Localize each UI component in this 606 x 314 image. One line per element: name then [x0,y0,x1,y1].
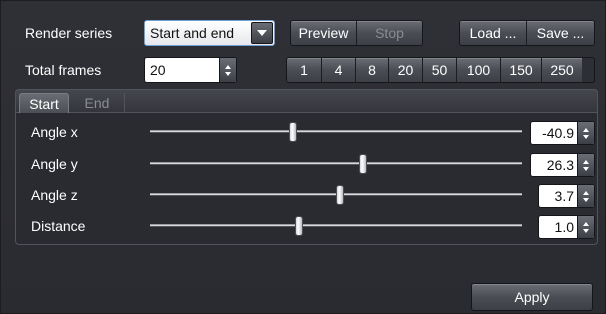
render-series-label: Render series [25,25,113,41]
frame-preset-button[interactable]: 100 [457,58,501,82]
param-value[interactable]: -40.9 [531,125,577,141]
stepper-down-icon[interactable] [583,166,589,171]
frame-preset-button[interactable]: 20 [389,58,423,82]
stepper-down-icon[interactable] [225,71,231,76]
param-label: Angle z [31,187,78,203]
tab-start[interactable]: Start [19,93,69,113]
param-slider-thumb[interactable] [359,154,368,174]
total-frames-label: Total frames [25,62,102,78]
stepper-up-icon[interactable] [583,221,589,226]
param-stepper[interactable] [577,185,594,207]
param-slider-track[interactable] [150,162,522,165]
file-button-group: Load ... Save ... [459,20,595,46]
total-frames-value[interactable]: 20 [145,62,219,78]
playback-button-group: Preview Stop [290,20,423,46]
param-slider-track[interactable] [150,130,522,133]
frame-preset-button[interactable]: 8 [356,58,389,82]
param-slider-thumb[interactable] [294,216,303,236]
stepper-up-icon[interactable] [225,64,231,69]
stop-button[interactable]: Stop [357,21,422,45]
frame-preset-button[interactable]: 250 [542,58,582,82]
param-value-spinbox[interactable]: 1.0 [538,215,595,239]
stepper-up-icon[interactable] [583,159,589,164]
render-series-dropdown[interactable]: Start and end [144,20,275,46]
stepper-down-icon[interactable] [583,134,589,139]
chevron-down-icon [257,30,267,36]
tab-end[interactable]: End [70,93,125,113]
frame-preset-button[interactable]: 150 [501,58,542,82]
stepper-down-icon[interactable] [583,228,589,233]
render-series-value: Start and end [150,25,235,41]
frame-preset-button[interactable]: 50 [423,58,457,82]
stepper-up-icon[interactable] [583,190,589,195]
stepper-up-icon[interactable] [583,127,589,132]
param-slider-track[interactable] [150,224,522,227]
apply-button[interactable]: Apply [471,283,593,311]
param-value-spinbox[interactable]: 26.3 [530,153,595,177]
param-value[interactable]: 3.7 [539,188,577,204]
dropdown-arrow-button[interactable] [251,22,273,44]
param-value-spinbox[interactable]: 3.7 [538,184,595,208]
preview-button[interactable]: Preview [291,21,357,45]
frame-preset-button[interactable]: 1 [287,58,322,82]
param-slider-thumb[interactable] [289,122,298,142]
param-label: Distance [31,218,86,234]
param-stepper[interactable] [577,216,594,238]
frame-preset-group: 1 4 8 20 50 100 150 250 [286,57,595,83]
save-button[interactable]: Save ... [527,21,594,45]
param-value[interactable]: 1.0 [539,219,577,235]
param-label: Angle y [31,156,78,172]
load-button[interactable]: Load ... [460,21,527,45]
param-value-spinbox[interactable]: -40.9 [530,121,595,145]
frame-preset-button[interactable]: 4 [322,58,356,82]
param-slider-thumb[interactable] [335,185,344,205]
param-stepper[interactable] [577,154,594,176]
total-frames-spinbox[interactable]: 20 [144,57,237,83]
param-stepper[interactable] [577,122,594,144]
param-label: Angle x [31,124,78,140]
total-frames-stepper[interactable] [219,58,236,82]
stepper-down-icon[interactable] [583,197,589,202]
param-value[interactable]: 26.3 [531,157,577,173]
